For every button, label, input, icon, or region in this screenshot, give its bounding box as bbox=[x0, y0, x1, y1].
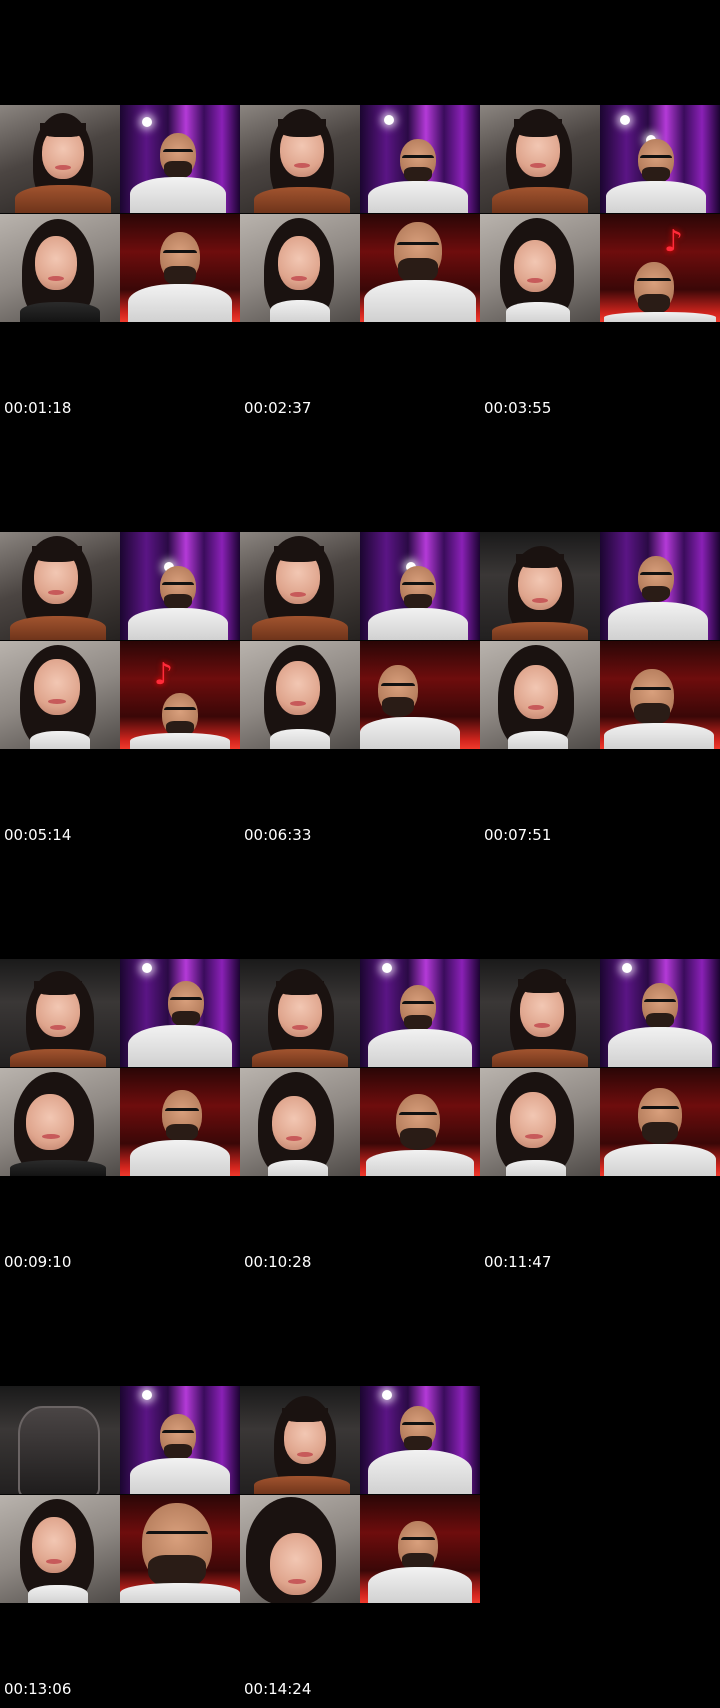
video-feed-top-right bbox=[120, 105, 240, 213]
video-thumbnail-6[interactable] bbox=[480, 532, 720, 749]
video-feed-bottom-left bbox=[240, 1495, 360, 1603]
video-thumbnail-4[interactable]: ♪ bbox=[0, 532, 240, 749]
video-feed-bottom-left bbox=[0, 1068, 120, 1176]
video-feed-bottom-left bbox=[480, 214, 600, 322]
video-feed-bottom-left bbox=[240, 641, 360, 749]
video-thumbnail-10[interactable] bbox=[0, 1386, 240, 1603]
video-feed-top-right bbox=[120, 532, 240, 640]
video-feed-top-right bbox=[360, 532, 480, 640]
video-feed-bottom-right bbox=[360, 641, 480, 749]
video-thumbnail-7[interactable] bbox=[0, 959, 240, 1176]
video-feed-bottom-left bbox=[240, 214, 360, 322]
video-feed-bottom-right bbox=[360, 1068, 480, 1176]
video-feed-top-left bbox=[480, 532, 600, 640]
video-feed-bottom-left bbox=[480, 1068, 600, 1176]
video-feed-bottom-left bbox=[0, 214, 120, 322]
timestamp-7: 00:09:10 bbox=[4, 1253, 72, 1271]
video-feed-bottom-left bbox=[480, 641, 600, 749]
timestamp-9: 00:11:47 bbox=[484, 1253, 552, 1271]
video-feed-bottom-right: ♪ bbox=[120, 641, 240, 749]
timestamp-11: 00:14:24 bbox=[244, 1680, 312, 1698]
timestamp-6: 00:07:51 bbox=[484, 826, 552, 844]
timestamp-5: 00:06:33 bbox=[244, 826, 312, 844]
timestamp-1: 00:01:18 bbox=[4, 399, 72, 417]
video-feed-top-right bbox=[360, 105, 480, 213]
video-feed-top-left bbox=[240, 532, 360, 640]
video-feed-top-right bbox=[120, 1386, 240, 1494]
timestamp-2: 00:02:37 bbox=[244, 399, 312, 417]
video-feed-bottom-right bbox=[600, 1068, 720, 1176]
video-feed-top-left bbox=[240, 105, 360, 213]
video-feed-top-left bbox=[0, 105, 120, 213]
video-feed-bottom-right bbox=[120, 1495, 240, 1603]
video-feed-top-left bbox=[240, 1386, 360, 1494]
video-feed-bottom-right bbox=[600, 641, 720, 749]
timestamp-10: 00:13:06 bbox=[4, 1680, 72, 1698]
timestamp-3: 00:03:55 bbox=[484, 399, 552, 417]
video-feed-top-left bbox=[0, 532, 120, 640]
video-feed-top-right bbox=[120, 959, 240, 1067]
video-feed-bottom-right: ♪ bbox=[600, 214, 720, 322]
video-feed-bottom-left bbox=[0, 641, 120, 749]
video-thumbnail-5[interactable] bbox=[240, 532, 480, 749]
video-feed-top-left bbox=[0, 959, 120, 1067]
video-feed-top-right bbox=[360, 959, 480, 1067]
video-thumbnail-1[interactable] bbox=[0, 105, 240, 322]
video-feed-top-right bbox=[600, 532, 720, 640]
video-thumbnail-3[interactable]: ♪ bbox=[480, 105, 720, 322]
video-feed-top-left bbox=[480, 959, 600, 1067]
video-feed-top-left bbox=[240, 959, 360, 1067]
timestamp-4: 00:05:14 bbox=[4, 826, 72, 844]
timestamp-8: 00:10:28 bbox=[244, 1253, 312, 1271]
video-feed-top-right bbox=[600, 105, 720, 213]
video-feed-top-right bbox=[360, 1386, 480, 1494]
video-feed-bottom-left bbox=[240, 1068, 360, 1176]
video-feed-bottom-right bbox=[360, 214, 480, 322]
video-feed-top-left bbox=[0, 1386, 120, 1494]
contact-sheet: ♪ 00:01:18 00:02:37 00:03:55 ♪ 00:05:14 … bbox=[0, 0, 720, 1708]
video-feed-bottom-left bbox=[0, 1495, 120, 1603]
video-thumbnail-8[interactable] bbox=[240, 959, 480, 1176]
video-feed-bottom-right bbox=[360, 1495, 480, 1603]
video-thumbnail-9[interactable] bbox=[480, 959, 720, 1176]
video-thumbnail-11[interactable] bbox=[240, 1386, 480, 1603]
video-feed-bottom-right bbox=[120, 1068, 240, 1176]
video-feed-top-right bbox=[600, 959, 720, 1067]
video-feed-top-left bbox=[480, 105, 600, 213]
video-feed-bottom-right bbox=[120, 214, 240, 322]
video-thumbnail-2[interactable] bbox=[240, 105, 480, 322]
